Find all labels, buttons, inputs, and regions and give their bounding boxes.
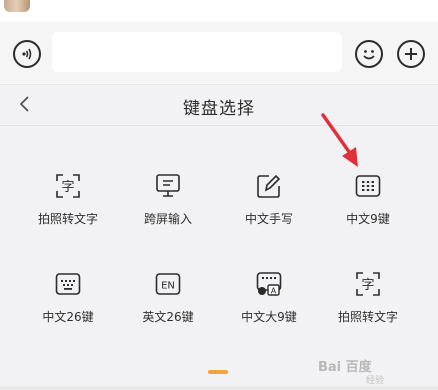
add-button[interactable] <box>397 40 425 68</box>
keyboard-option-label: 拍照转文字 <box>337 310 398 324</box>
emoji-icon <box>363 50 375 60</box>
keyboard-option-chinese-26[interactable]: 中文26键 <box>13 271 123 331</box>
svg-text:字: 字 <box>61 180 74 195</box>
keyboard-option-photo-text[interactable]: 字 拍照转文字 <box>13 173 123 233</box>
page-indicator <box>208 370 228 374</box>
big9-icon: A <box>256 272 282 296</box>
red-arrow-annotation <box>321 113 358 167</box>
avatar[interactable] <box>4 0 30 12</box>
keyboard-option-handwrite[interactable]: 中文手写 <box>214 173 324 233</box>
keyboard-option-label: 中文26键 <box>42 310 94 324</box>
keyboard-option-label: 跨屏输入 <box>143 212 192 226</box>
keyboard-option-photo-text-2[interactable]: 字 拍照转文字 <box>313 271 423 331</box>
keyboard-option-label: 英文26键 <box>142 310 194 324</box>
handwrite-icon <box>257 174 281 198</box>
message-input[interactable] <box>52 32 342 72</box>
keyboard-option-big-9[interactable]: A 中文大9键 <box>214 271 324 331</box>
monitor-icon <box>156 174 180 197</box>
keyboard-option-label: 中文大9键 <box>241 310 297 324</box>
page-title: 键盘选择 <box>183 99 255 119</box>
keyboard-option-cross-screen[interactable]: 跨屏输入 <box>113 173 223 233</box>
en-icon: EN <box>155 273 181 295</box>
top-strip <box>0 0 438 22</box>
photo-text-icon: 字 <box>356 272 380 296</box>
keyboard-option-english-26[interactable]: EN 英文26键 <box>113 271 223 331</box>
keyboard-option-label: 中文9键 <box>346 212 390 226</box>
keyboard-option-chinese-9[interactable]: 中文9键 <box>313 173 423 233</box>
svg-text:字: 字 <box>361 278 374 293</box>
keyboard-select-header: 键盘选择 <box>0 84 438 126</box>
keyboard-option-label: 拍照转文字 <box>37 212 98 226</box>
emoji-button[interactable] <box>355 40 383 68</box>
voice-button[interactable] <box>13 40 41 68</box>
plus-icon <box>405 48 417 60</box>
svg-text:EN: EN <box>161 281 175 292</box>
watermark-sub: 经验 <box>366 376 385 386</box>
bottom-bar <box>0 386 438 390</box>
keyboard26-icon <box>55 273 81 295</box>
watermark-brand: Bai 百度 <box>318 360 372 375</box>
keyboard-option-label: 中文手写 <box>244 212 293 226</box>
svg-text:A: A <box>271 287 277 296</box>
photo-text-icon: 字 <box>56 174 80 198</box>
voice-icon <box>22 48 32 60</box>
keypad9-icon <box>355 175 381 197</box>
keyboard-grid: 字 拍照转文字 跨屏输入 中文手写 中文9键 中文26键 EN 英文26键 A … <box>0 125 438 345</box>
